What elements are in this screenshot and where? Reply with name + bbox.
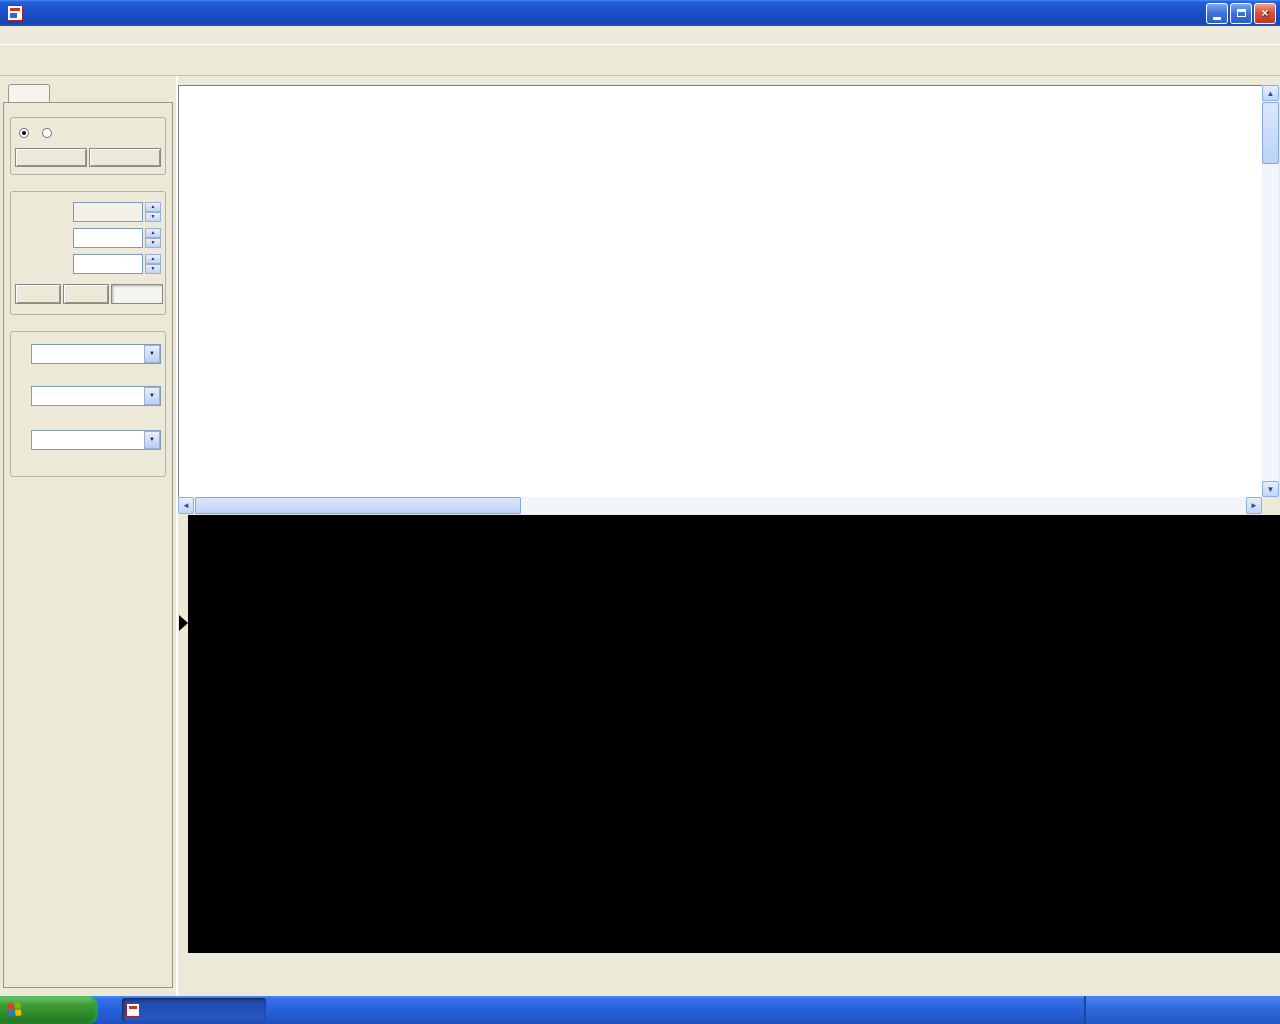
spin-up-icon[interactable]: ▲: [145, 202, 161, 212]
app-icon: [7, 5, 23, 21]
chevron-down-icon[interactable]: ▼: [144, 387, 160, 405]
tab-wave[interactable]: [8, 84, 50, 103]
schematic-canvas[interactable]: [178, 85, 1262, 497]
windows-flag-icon: [7, 1002, 22, 1017]
fit-y-button[interactable]: [63, 284, 109, 304]
spin-down-icon[interactable]: ▼: [145, 212, 161, 222]
close-button[interactable]: ×: [1254, 2, 1276, 24]
system-tray: [1084, 996, 1280, 1024]
cursors-group: ▼ ▼ ▼: [10, 331, 166, 477]
wave-next-button[interactable]: [89, 148, 161, 167]
analysis-tab-row: [178, 953, 1280, 973]
restore-button[interactable]: [1230, 2, 1252, 24]
x-division-spinner[interactable]: ▲ ▼: [145, 202, 161, 222]
spin-up-icon[interactable]: ▲: [145, 254, 161, 264]
spin-down-icon[interactable]: ▼: [145, 264, 161, 274]
panel-splitter-icon[interactable]: [179, 615, 188, 631]
radio-all-cells[interactable]: [42, 128, 56, 138]
chevron-down-icon[interactable]: ▼: [144, 345, 160, 363]
scroll-left-icon[interactable]: ◄: [178, 497, 194, 514]
desktop: × ▲ ▼ ▲ ▼ ▲ ▼ ▼ ▼ ▼ ▲ ▼ ◄ ►: [0, 0, 1280, 1024]
circuitmaker-icon: [126, 1003, 140, 1017]
waveform-panel[interactable]: [178, 515, 1280, 953]
radio-single-cell[interactable]: [19, 128, 33, 138]
taskbar-item-circuitmaker[interactable]: [122, 998, 266, 1022]
menu-bar: [0, 26, 1280, 45]
fit-x-button[interactable]: [15, 284, 61, 304]
radio-dot: [19, 128, 29, 138]
minimize-button[interactable]: [1206, 2, 1228, 24]
cursor2-select[interactable]: ▼: [31, 386, 161, 406]
view-group: [10, 117, 166, 175]
y-division-spinner[interactable]: ▲ ▼: [145, 228, 161, 248]
spin-up-icon[interactable]: ▲: [145, 228, 161, 238]
taskbar: [0, 996, 1280, 1024]
schematic-drawing: [179, 86, 1262, 497]
y-offset-spinner[interactable]: ▲ ▼: [145, 254, 161, 274]
wave-side-panel: ▲ ▼ ▲ ▼ ▲ ▼ ▼ ▼ ▼: [0, 76, 178, 996]
start-button[interactable]: [0, 996, 98, 1024]
waveform-left-strip: [178, 515, 188, 953]
scroll-up-icon[interactable]: ▲: [1262, 85, 1279, 101]
wave-panel-body: ▲ ▼ ▲ ▼ ▲ ▼ ▼ ▼ ▼: [3, 102, 173, 988]
cursor-diff-select[interactable]: ▼: [31, 430, 161, 450]
schematic-hscroll-thumb[interactable]: [195, 497, 521, 514]
scroll-right-icon[interactable]: ►: [1246, 497, 1262, 514]
title-bar: ×: [0, 0, 1280, 26]
scaling-group: ▲ ▼ ▲ ▼ ▲ ▼: [10, 191, 166, 315]
chevron-down-icon[interactable]: ▼: [144, 431, 160, 449]
radio-dot: [42, 128, 53, 138]
schematic-vscroll-thumb[interactable]: [1262, 102, 1279, 164]
y-division-input[interactable]: [73, 228, 143, 248]
cursor1-select[interactable]: ▼: [31, 344, 161, 364]
auto-y-button[interactable]: [111, 284, 163, 304]
y-offset-input[interactable]: [73, 254, 143, 274]
wave-prev-button[interactable]: [15, 148, 87, 167]
scroll-down-icon[interactable]: ▼: [1262, 481, 1279, 497]
spin-down-icon[interactable]: ▼: [145, 238, 161, 248]
toolbar: [0, 45, 1280, 76]
x-division-input[interactable]: [73, 202, 143, 222]
